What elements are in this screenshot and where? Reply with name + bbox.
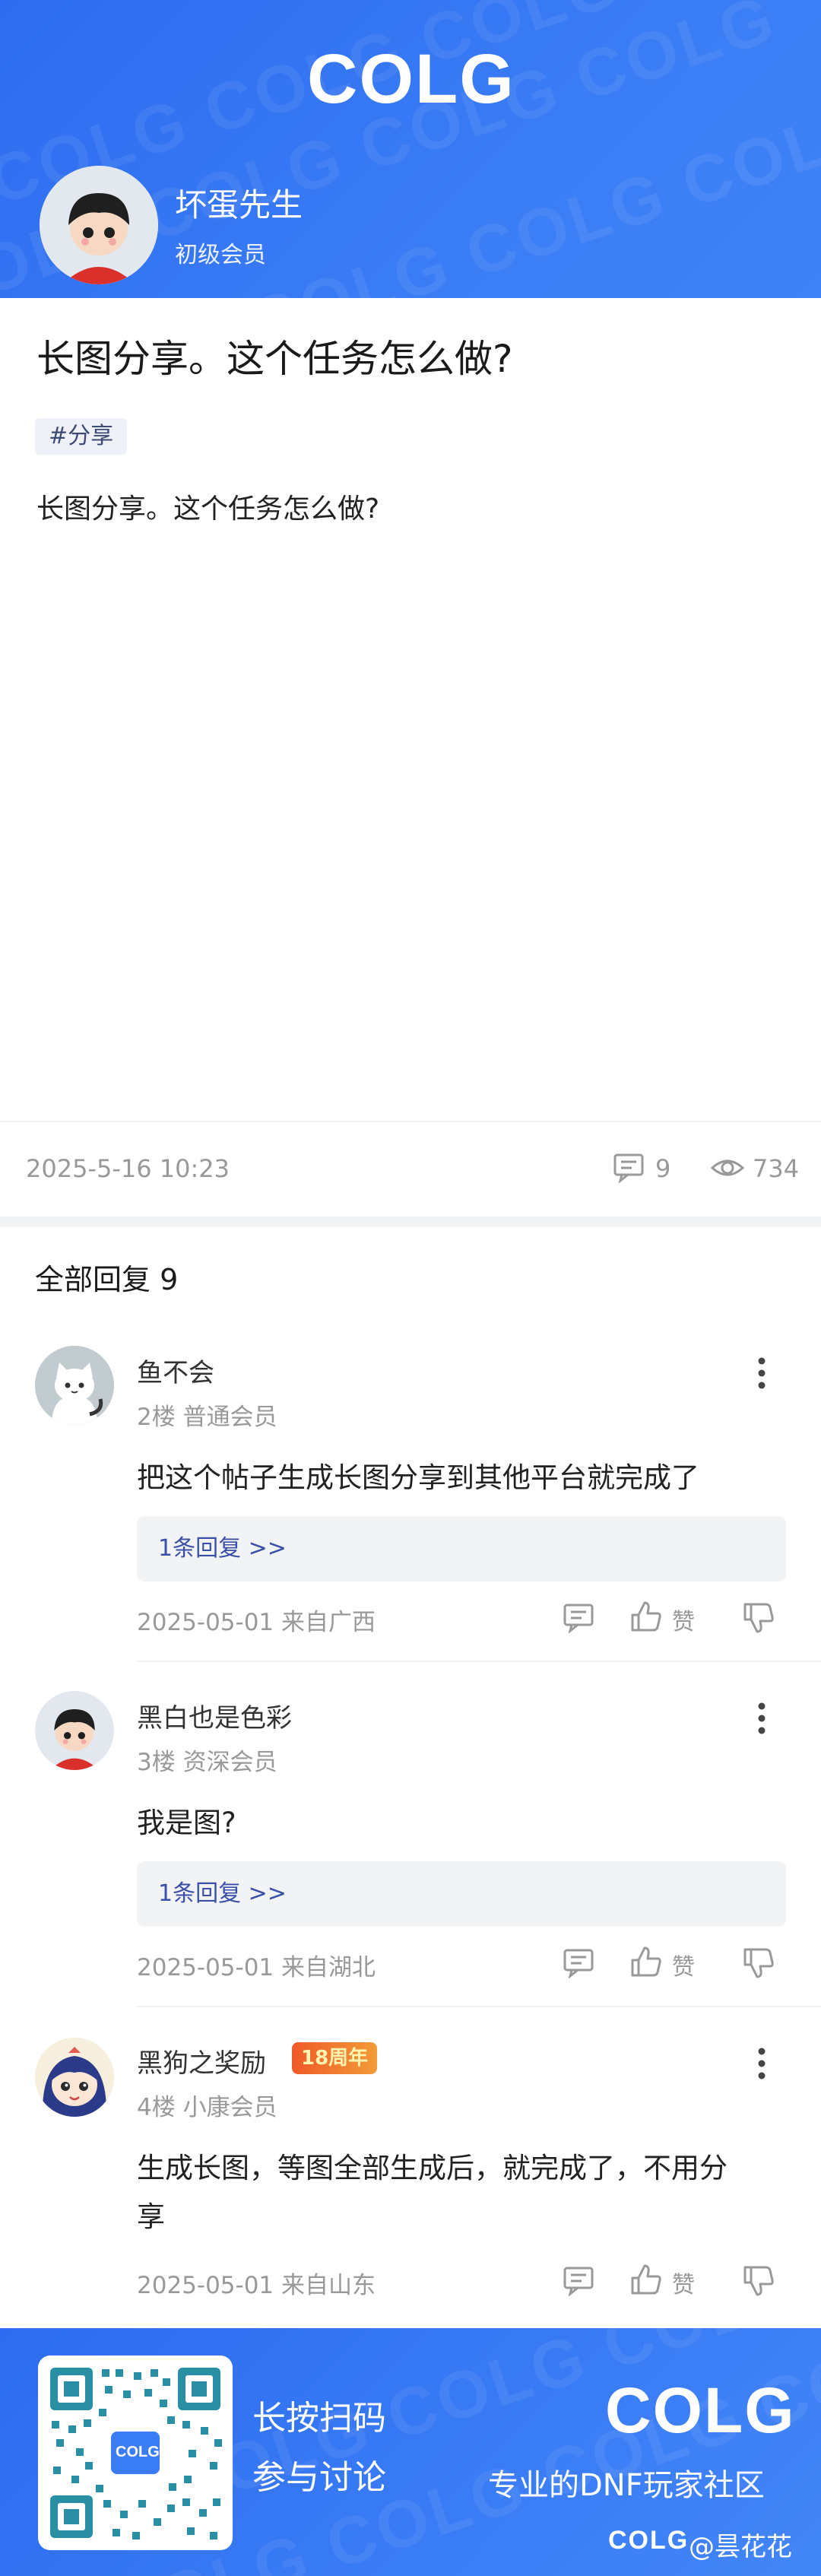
section-divider <box>0 1217 821 1227</box>
qr-code[interactable]: COLG <box>38 2356 233 2550</box>
author-name[interactable]: 坏蛋先生 <box>175 179 303 226</box>
post-date: 2025-5-16 10:23 <box>26 1154 230 1183</box>
anniversary-badge: 18周年 <box>292 2042 378 2074</box>
reply-avatar[interactable] <box>35 1346 114 1425</box>
post-tag[interactable]: #分享 <box>35 418 128 455</box>
reply-comment-icon[interactable] <box>563 1948 596 1978</box>
comment-icon[interactable] <box>613 1153 646 1183</box>
scan-hint-line1: 长按扫码 <box>252 2399 386 2438</box>
credit-handle: @昙花花 <box>689 2532 792 2562</box>
divider <box>0 1121 821 1122</box>
thumbs-up-icon[interactable] <box>629 1600 663 1633</box>
reply-text-line: 享 <box>137 2200 165 2233</box>
thumbs-up-icon[interactable] <box>629 2263 663 2296</box>
cat-avatar-icon <box>35 1346 114 1425</box>
subreply-link[interactable]: 1条回复 >> <box>137 1516 786 1581</box>
reply-avatar[interactable] <box>35 2038 114 2117</box>
reply-author[interactable]: 黑狗之奖励 <box>137 2042 266 2080</box>
author-avatar[interactable] <box>40 166 158 284</box>
like-label[interactable]: 赞 <box>672 1948 695 1981</box>
colg-logo[interactable]: COLG <box>307 40 515 119</box>
like-label[interactable]: 赞 <box>672 2266 695 2299</box>
post-title: 长图分享。这个任务怎么做? <box>36 337 513 381</box>
thumbs-down-icon[interactable] <box>742 1946 775 1980</box>
scan-hint-line2: 参与讨论 <box>252 2458 386 2497</box>
qr-center-logo: COLG <box>116 2444 160 2460</box>
like-label[interactable]: 赞 <box>672 1603 695 1636</box>
thumbs-down-icon[interactable] <box>742 2264 775 2298</box>
reply-separator <box>137 1661 821 1662</box>
credit-logo: COLG <box>608 2526 689 2555</box>
thumbs-up-icon[interactable] <box>629 1945 663 1978</box>
thumbs-down-icon[interactable] <box>742 1601 775 1635</box>
subreply-link[interactable]: 1条回复 >> <box>137 1861 786 1927</box>
reply-comment-icon[interactable] <box>563 2266 596 2296</box>
share-footer: COLG COLG COLG COLG COLG COLG COLG COLG <box>0 2328 821 2576</box>
more-options-icon[interactable] <box>750 2045 774 2082</box>
reply-comment-icon[interactable] <box>563 1603 596 1633</box>
boy-avatar-icon <box>40 166 158 284</box>
post-body: 长图分享。这个任务怎么做? <box>36 493 380 525</box>
reply-date: 2025-05-01 来自湖北 <box>137 1954 376 1981</box>
reply-date: 2025-05-01 来自山东 <box>137 2272 376 2299</box>
footer-slogan: 专业的DNF玩家社区 <box>488 2468 765 2503</box>
eye-icon <box>710 1160 745 1176</box>
anime-girl-avatar-icon <box>35 2038 114 2117</box>
more-options-icon[interactable] <box>750 1355 774 1391</box>
replies-heading: 全部回复 9 <box>35 1263 179 1296</box>
post-header: COLG COLG COLG COLG COLG COLG COLG COLG … <box>0 0 821 298</box>
more-options-icon[interactable] <box>750 1700 774 1737</box>
author-level: 初级会员 <box>175 242 266 268</box>
boy-avatar-icon <box>35 1691 114 1770</box>
reply-date: 2025-05-01 来自广西 <box>137 1609 376 1636</box>
reply-author[interactable]: 鱼不会 <box>137 1352 214 1389</box>
reply-floor: 2楼 普通会员 <box>137 1404 277 1431</box>
colg-footer-logo: COLG <box>605 2375 796 2446</box>
comment-count: 9 <box>655 1154 671 1183</box>
reply-text: 把这个帖子生成长图分享到其他平台就完成了 <box>137 1461 699 1494</box>
reply-text-line: 生成长图，等图全部生成后，就完成了，不用分 <box>137 2152 727 2184</box>
view-count: 734 <box>753 1154 800 1183</box>
reply-text: 我是图? <box>137 1807 236 1839</box>
reply-floor: 4楼 小康会员 <box>137 2094 277 2121</box>
reply-avatar[interactable] <box>35 1691 114 1770</box>
reply-floor: 3楼 资深会员 <box>137 1749 277 1776</box>
reply-separator <box>137 2006 821 2007</box>
reply-author[interactable]: 黑白也是色彩 <box>137 1697 292 1734</box>
